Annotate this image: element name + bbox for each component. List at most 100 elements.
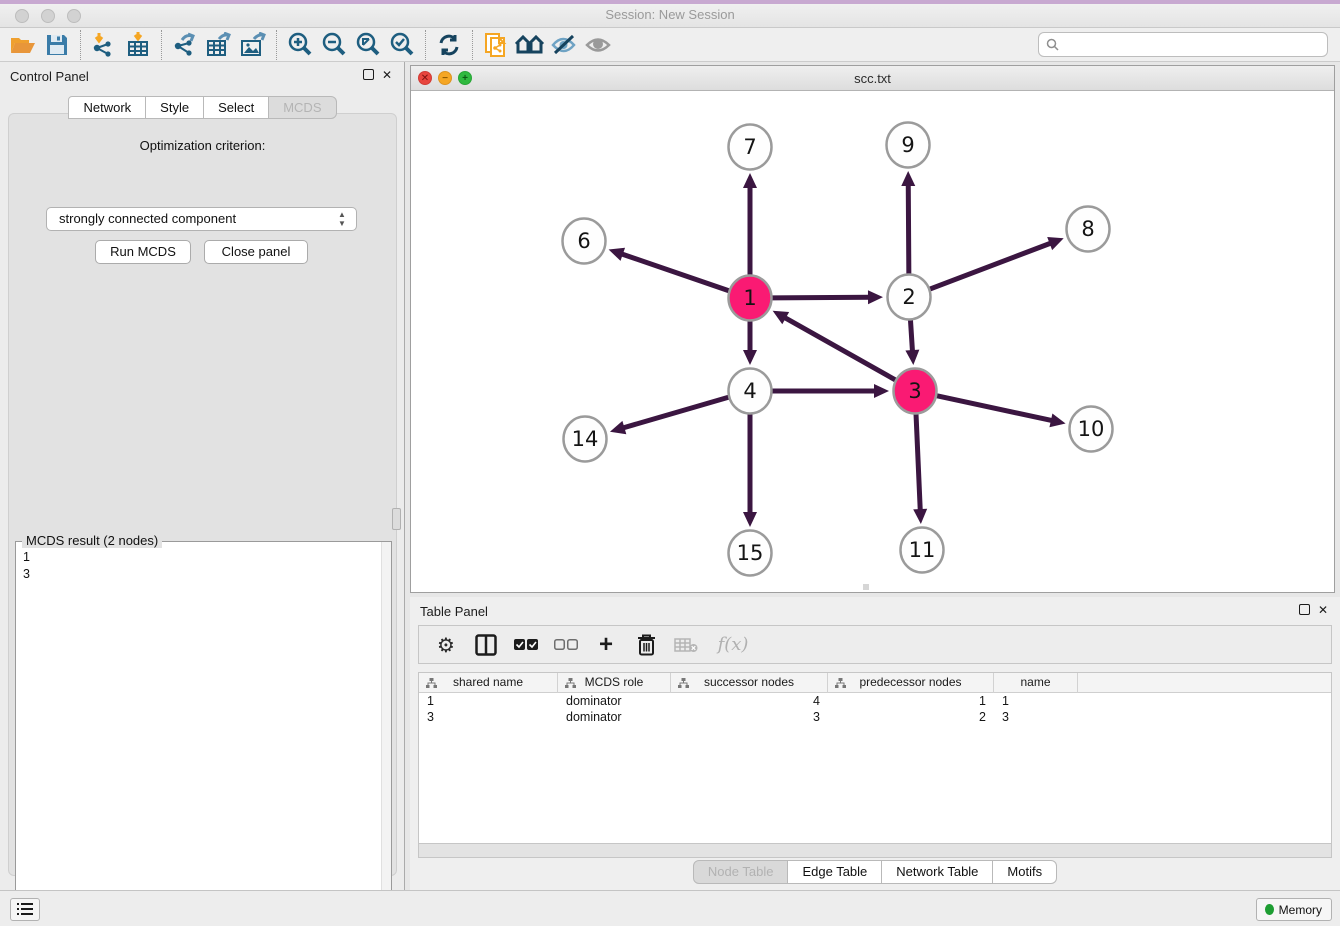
zoom-in-icon[interactable] [283, 30, 317, 60]
tab-network[interactable]: Network [68, 96, 146, 119]
tab-node-table[interactable]: Node Table [693, 860, 789, 884]
column-header-mcds-role[interactable]: MCDS role [558, 673, 671, 693]
add-column-icon[interactable]: + [593, 632, 619, 658]
memory-button[interactable]: Memory [1256, 898, 1332, 921]
splitter-handle[interactable] [392, 508, 401, 530]
table-hscroll-strip[interactable] [418, 844, 1332, 858]
graph-edge-2-8[interactable] [930, 237, 1064, 289]
canvas-resize-handle[interactable] [863, 584, 869, 590]
graph-edge-3-1[interactable] [773, 311, 896, 380]
export-network-icon[interactable] [168, 30, 202, 60]
show-all-icon[interactable] [581, 30, 615, 60]
table-row[interactable]: 1 dominator 4 1 1 [419, 693, 1331, 709]
save-session-icon[interactable] [40, 30, 74, 60]
cell-successor-nodes[interactable]: 4 [671, 693, 828, 709]
tab-edge-table[interactable]: Edge Table [788, 860, 882, 884]
tab-mcds[interactable]: MCDS [269, 96, 336, 119]
close-panel-button[interactable]: Close panel [204, 240, 308, 264]
home-icon[interactable] [513, 30, 547, 60]
import-network-icon[interactable] [87, 30, 121, 60]
optimization-criterion-select[interactable]: strongly connected component ▲▼ [46, 207, 357, 231]
graph-edge-3-11[interactable] [913, 413, 927, 524]
cell-mcds-role[interactable]: dominator [558, 693, 671, 709]
close-table-panel-icon[interactable]: ✕ [1318, 604, 1328, 617]
tab-style[interactable]: Style [146, 96, 204, 119]
control-panel-tabs: Network Style Select MCDS [0, 96, 405, 119]
zoom-out-icon[interactable] [317, 30, 351, 60]
graph-node-11[interactable]: 11 [901, 528, 944, 573]
column-header-shared-name[interactable]: shared name [419, 673, 558, 693]
float-table-panel-icon[interactable] [1299, 604, 1310, 615]
float-panel-icon[interactable] [363, 69, 374, 80]
cell-mcds-role[interactable]: dominator [558, 709, 671, 725]
window-title: Session: New Session [0, 7, 1340, 22]
graph-edge-3-10[interactable] [937, 396, 1066, 428]
node-table-header: shared name MCDS role successor nodes pr… [419, 673, 1331, 693]
graph-node-14[interactable]: 14 [564, 417, 607, 462]
hide-selected-icon[interactable] [547, 30, 581, 60]
column-header-name[interactable]: name [994, 673, 1078, 693]
search-input[interactable] [1059, 35, 1327, 55]
table-settings-gear-icon[interactable]: ⚙ [433, 632, 459, 658]
graph-edge-4-14[interactable] [610, 397, 729, 434]
export-table-icon[interactable] [202, 30, 236, 60]
delete-column-trash-icon[interactable] [633, 632, 659, 658]
cell-name[interactable]: 1 [994, 693, 1078, 709]
show-columns-icon[interactable] [473, 632, 499, 658]
graph-node-1[interactable]: 1 [729, 276, 772, 321]
cell-predecessor-nodes[interactable]: 1 [828, 693, 994, 709]
run-mcds-button[interactable]: Run MCDS [95, 240, 191, 264]
graph-edge-1-7[interactable] [743, 173, 757, 276]
graph-node-3[interactable]: 3 [894, 369, 937, 414]
graph-edge-1-4[interactable] [743, 320, 757, 365]
graph-node-7[interactable]: 7 [729, 125, 772, 170]
graph-edge-4-15[interactable] [743, 413, 757, 527]
cell-predecessor-nodes[interactable]: 2 [828, 709, 994, 725]
close-panel-icon[interactable]: ✕ [382, 69, 392, 82]
result-scrollbar[interactable] [381, 542, 391, 918]
attribute-tree-icon [426, 678, 437, 688]
graph-edge-2-9[interactable] [901, 171, 915, 275]
graph-node-label: 7 [743, 135, 756, 159]
graph-edge-4-3[interactable] [772, 384, 889, 398]
select-all-icon[interactable] [513, 632, 539, 658]
network-canvas[interactable]: 7 9 6 8 1 2 4 3 14 10 15 11 [411, 91, 1334, 592]
network-graph: 7 9 6 8 1 2 4 3 14 10 15 11 [411, 91, 1334, 592]
clone-network-icon[interactable] [479, 30, 513, 60]
table-row[interactable]: 3 dominator 3 2 3 [419, 709, 1331, 725]
column-header-predecessor-nodes[interactable]: predecessor nodes [828, 673, 994, 693]
graph-node-15[interactable]: 15 [729, 531, 772, 576]
memory-status-icon [1265, 904, 1274, 915]
delete-table-icon-disabled [673, 632, 699, 658]
export-image-icon[interactable] [236, 30, 270, 60]
graph-node-8[interactable]: 8 [1067, 207, 1110, 252]
column-header-successor-nodes[interactable]: successor nodes [671, 673, 828, 693]
refresh-icon[interactable] [432, 30, 466, 60]
graph-edge-1-2[interactable] [772, 290, 883, 304]
cell-name[interactable]: 3 [994, 709, 1078, 725]
graph-node-4[interactable]: 4 [729, 369, 772, 414]
deselect-all-icon[interactable] [553, 632, 579, 658]
tab-motifs[interactable]: Motifs [993, 860, 1057, 884]
import-table-icon[interactable] [121, 30, 155, 60]
graph-node-2[interactable]: 2 [888, 275, 931, 320]
cell-shared-name[interactable]: 3 [419, 709, 558, 725]
mcds-result-text[interactable]: 1 3 [17, 547, 380, 917]
graph-edge-1-6[interactable] [609, 248, 730, 291]
graph-node-label: 11 [909, 538, 936, 562]
network-window-titlebar[interactable]: ✕ − + scc.txt [411, 66, 1334, 91]
task-history-button[interactable] [10, 898, 40, 921]
cell-successor-nodes[interactable]: 3 [671, 709, 828, 725]
graph-node-10[interactable]: 10 [1070, 407, 1113, 452]
memory-label: Memory [1279, 903, 1322, 917]
cell-shared-name[interactable]: 1 [419, 693, 558, 709]
zoom-selected-icon[interactable] [385, 30, 419, 60]
open-session-icon[interactable] [6, 30, 40, 60]
zoom-fit-icon[interactable] [351, 30, 385, 60]
tab-select[interactable]: Select [204, 96, 269, 119]
graph-edge-2-3[interactable] [905, 319, 919, 365]
tab-network-table[interactable]: Network Table [882, 860, 993, 884]
graph-node-9[interactable]: 9 [887, 123, 930, 168]
application-window: Session: New Session [0, 0, 1340, 926]
graph-node-6[interactable]: 6 [563, 219, 606, 264]
